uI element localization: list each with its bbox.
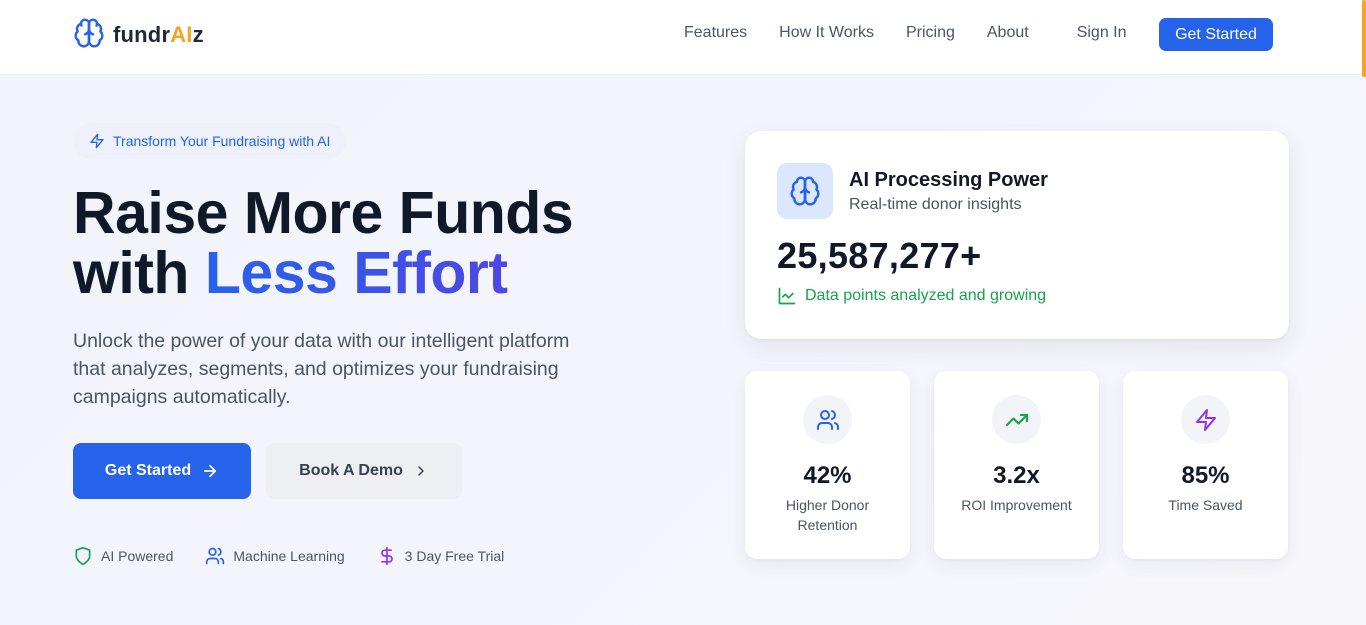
shield-icon xyxy=(75,546,91,566)
stat-value: 3.2x xyxy=(993,462,1040,489)
brain-icon xyxy=(790,176,820,206)
stat-icon-circle xyxy=(1181,395,1230,444)
hero-badge: Transform Your Fundraising with AI xyxy=(73,123,346,159)
feature-label: Machine Learning xyxy=(233,548,345,564)
nav-about[interactable]: About xyxy=(987,24,1029,42)
dollar-icon xyxy=(380,546,393,566)
trending-up-icon xyxy=(1005,413,1028,426)
get-started-button[interactable]: Get Started xyxy=(73,443,251,499)
logo[interactable]: fundrAIz xyxy=(73,17,204,54)
site-header: fundrAIz Features How It Works Pricing A… xyxy=(0,0,1366,75)
chevron-right-icon xyxy=(418,466,424,476)
stat-card-time-saved: 85% Time Saved xyxy=(1123,371,1288,559)
logo-text: fundrAIz xyxy=(113,22,204,47)
ai-processing-card: AI Processing Power Real-time donor insi… xyxy=(745,131,1289,339)
nav-pricing[interactable]: Pricing xyxy=(906,24,955,42)
stat-icon-circle xyxy=(803,395,852,444)
growth-note: Data points analyzed and growing xyxy=(777,286,1046,306)
line-chart-icon xyxy=(778,287,796,305)
data-points-counter: 25,587,277+ xyxy=(777,235,982,276)
book-demo-label: Book A Demo xyxy=(299,462,403,479)
main-nav: Features How It Works Pricing About Sign… xyxy=(684,24,1159,42)
stat-card-roi: 3.2x ROI Improvement xyxy=(934,371,1099,559)
users-icon xyxy=(206,547,225,565)
stat-card-retention: 42% Higher Donor Retention xyxy=(745,371,910,559)
card-icon-box xyxy=(777,163,833,219)
stat-value: 85% xyxy=(1181,462,1230,489)
hero-headline: Raise More Funds with Less Effort xyxy=(73,180,574,306)
feature-label: 3 Day Free Trial xyxy=(404,548,505,564)
badge-text: Transform Your Fundraising with AI xyxy=(113,133,331,149)
hero-subheadline: Unlock the power of your data with our i… xyxy=(73,330,570,408)
feature-free-trial: 3 Day Free Trial xyxy=(377,546,505,566)
scroll-indicator[interactable] xyxy=(1362,0,1366,77)
card-title: AI Processing Power xyxy=(849,169,1048,191)
nav-features[interactable]: Features xyxy=(684,24,747,42)
headline-accent: Less Effort xyxy=(204,240,508,306)
users-icon xyxy=(816,409,839,430)
sign-in-link[interactable]: Sign In xyxy=(1077,24,1127,42)
header-get-started-button[interactable]: Get Started xyxy=(1159,18,1273,51)
bolt-icon xyxy=(90,133,104,149)
book-demo-button[interactable]: Book A Demo xyxy=(266,443,462,499)
brain-icon xyxy=(73,17,105,54)
stat-label: Time Saved xyxy=(1168,497,1243,513)
feature-list: AI Powered Machine Learning 3 Day Free T… xyxy=(73,546,536,566)
stat-label: Higher Donor Retention xyxy=(785,497,870,533)
headline-line-2-prefix: with xyxy=(73,240,205,306)
stat-icon-circle xyxy=(992,395,1041,444)
nav-how-it-works[interactable]: How It Works xyxy=(779,24,874,42)
arrow-right-icon xyxy=(204,464,217,478)
growth-note-text: Data points analyzed and growing xyxy=(805,287,1047,304)
headline-line-1: Raise More Funds xyxy=(73,180,574,246)
stat-value: 42% xyxy=(803,462,852,489)
feature-label: AI Powered xyxy=(101,548,174,564)
feature-machine-learning: Machine Learning xyxy=(205,546,345,566)
stat-label: ROI Improvement xyxy=(961,497,1072,513)
bolt-icon xyxy=(1195,408,1216,431)
get-started-label: Get Started xyxy=(104,462,192,479)
card-subtitle: Real-time donor insights xyxy=(849,196,1022,213)
feature-ai-powered: AI Powered xyxy=(73,546,173,566)
